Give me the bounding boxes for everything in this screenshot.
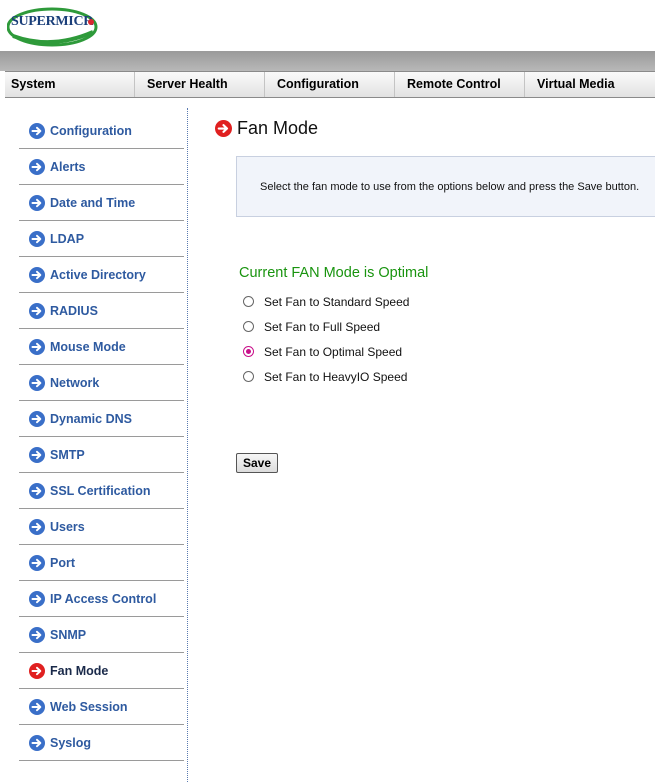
sidebar-item-label: Network	[50, 375, 100, 390]
current-fan-mode-text: Current FAN Mode is Optimal	[239, 265, 429, 281]
sidebar-item-alerts[interactable]: Alerts	[19, 149, 184, 185]
fan-option-full[interactable]: Set Fan to Full Speed	[243, 314, 409, 339]
sidebar-item-fan-mode[interactable]: Fan Mode	[19, 653, 184, 689]
sidebar-item-label: SNMP	[50, 627, 87, 642]
sidebar-item-label: Users	[50, 519, 85, 534]
arrow-right-circle-icon	[29, 734, 45, 751]
page-title: Fan Mode	[215, 118, 318, 139]
sidebar-item-label: IP Access Control	[50, 591, 157, 606]
sidebar-item-label: LDAP	[50, 231, 85, 246]
sidebar-item-label: Mouse Mode	[50, 339, 126, 354]
arrow-right-circle-icon	[29, 194, 45, 211]
instructions-box: Select the fan mode to use from the opti…	[236, 156, 655, 217]
sidebar-item-label: Syslog	[50, 735, 91, 750]
sidebar: Configuration Alerts Date and Time LDAP Acti…	[19, 113, 184, 761]
sidebar-item-label: Dynamic DNS	[50, 411, 132, 426]
menu-server-health[interactable]: Server Health	[135, 72, 265, 97]
radio-heavyio[interactable]	[243, 371, 254, 382]
sidebar-item-label: Alerts	[50, 159, 86, 174]
arrow-right-circle-icon	[29, 482, 45, 499]
fan-option-heavyio[interactable]: Set Fan to HeavyIO Speed	[243, 364, 409, 389]
sidebar-item-label: Date and Time	[50, 195, 136, 210]
sidebar-item-ldap[interactable]: LDAP	[19, 221, 184, 257]
sidebar-item-radius[interactable]: RADIUS	[19, 293, 184, 329]
sidebar-item-port[interactable]: Port	[19, 545, 184, 581]
menu-remote-control[interactable]: Remote Control	[395, 72, 525, 97]
sidebar-divider	[187, 108, 188, 782]
arrow-right-circle-icon	[29, 518, 45, 535]
menu-system[interactable]: System	[5, 72, 135, 97]
menu-virtual-media[interactable]: Virtual Media	[525, 72, 655, 97]
arrow-right-circle-icon	[29, 626, 45, 643]
fan-option-label: Set Fan to HeavyIO Speed	[264, 369, 408, 384]
arrow-right-circle-icon	[29, 590, 45, 607]
sidebar-item-web-session[interactable]: Web Session	[19, 689, 184, 725]
sidebar-item-date-and-time[interactable]: Date and Time	[19, 185, 184, 221]
arrow-right-circle-icon	[29, 302, 45, 319]
save-button[interactable]: Save	[236, 453, 278, 473]
arrow-right-circle-icon	[29, 662, 45, 679]
radio-standard[interactable]	[243, 296, 254, 307]
fan-option-label: Set Fan to Full Speed	[264, 319, 381, 334]
sidebar-item-smtp[interactable]: SMTP	[19, 437, 184, 473]
logo-text: SUPERMICR	[11, 14, 94, 29]
arrow-right-circle-icon	[29, 230, 45, 247]
header-bar	[0, 51, 655, 71]
sidebar-item-users[interactable]: Users	[19, 509, 184, 545]
fan-option-label: Set Fan to Optimal Speed	[264, 344, 403, 359]
arrow-right-circle-icon	[29, 446, 45, 463]
sidebar-item-syslog[interactable]: Syslog	[19, 725, 184, 761]
fan-option-standard[interactable]: Set Fan to Standard Speed	[243, 289, 409, 314]
sidebar-item-label: RADIUS	[50, 303, 98, 318]
sidebar-item-dynamic-dns[interactable]: Dynamic DNS	[19, 401, 184, 437]
sidebar-item-network[interactable]: Network	[19, 365, 184, 401]
sidebar-item-label: Web Session	[50, 699, 128, 714]
instructions-text: Select the fan mode to use from the opti…	[260, 181, 640, 193]
sidebar-item-label: SSL Certification	[50, 483, 151, 498]
radio-full[interactable]	[243, 321, 254, 332]
fan-option-label: Set Fan to Standard Speed	[264, 294, 410, 309]
arrow-right-circle-icon	[29, 122, 45, 139]
arrow-right-circle-icon	[29, 554, 45, 571]
sidebar-item-active-directory[interactable]: Active Directory	[19, 257, 184, 293]
arrow-right-circle-icon	[29, 158, 45, 175]
sidebar-item-configuration[interactable]: Configuration	[19, 113, 184, 149]
arrow-right-circle-icon	[29, 410, 45, 427]
radio-optimal[interactable]	[243, 346, 254, 357]
sidebar-item-label: Port	[50, 555, 75, 570]
sidebar-item-label: Configuration	[50, 123, 132, 138]
top-menu-bar: System Server Health Configuration Remot…	[5, 71, 655, 98]
sidebar-item-label: SMTP	[50, 447, 85, 462]
sidebar-item-snmp[interactable]: SNMP	[19, 617, 184, 653]
fan-option-optimal[interactable]: Set Fan to Optimal Speed	[243, 339, 409, 364]
sidebar-item-mouse-mode[interactable]: Mouse Mode	[19, 329, 184, 365]
menu-configuration[interactable]: Configuration	[265, 72, 395, 97]
page-title-text: Fan Mode	[237, 118, 319, 138]
sidebar-item-ssl-certification[interactable]: SSL Certification	[19, 473, 184, 509]
arrow-right-circle-icon	[29, 698, 45, 715]
arrow-right-circle-icon	[215, 120, 232, 137]
logo-dot-icon	[88, 19, 94, 25]
fan-mode-options: Set Fan to Standard Speed Set Fan to Ful…	[243, 289, 409, 389]
arrow-right-circle-icon	[29, 266, 45, 283]
sidebar-item-label: Fan Mode	[50, 663, 109, 678]
arrow-right-circle-icon	[29, 374, 45, 391]
arrow-right-circle-icon	[29, 338, 45, 355]
sidebar-item-ip-access-control[interactable]: IP Access Control	[19, 581, 184, 617]
sidebar-item-label: Active Directory	[50, 267, 146, 282]
